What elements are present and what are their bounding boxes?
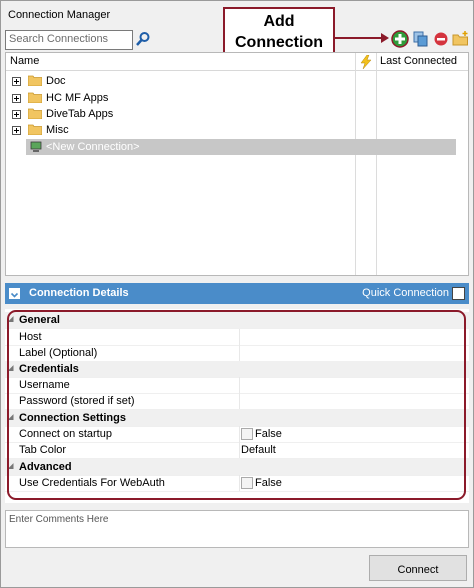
connection-details-header[interactable]: Connection Details Quick Connection (5, 283, 469, 304)
property-row-username[interactable]: Username (5, 377, 469, 394)
property-row-use-credentials-webauth[interactable]: Use Credentials For WebAuth False (5, 475, 469, 492)
property-row-label[interactable]: Label (Optional) (5, 345, 469, 362)
window-title: Connection Manager (8, 9, 111, 21)
column-header-name[interactable]: Name (6, 53, 356, 71)
add-connection-icon[interactable] (391, 30, 409, 48)
connection-tree[interactable]: Name Last Connected Doc HC MF Apps DiveT… (5, 52, 469, 276)
comments-box[interactable] (5, 510, 469, 549)
column-header-last-connected[interactable]: Last Connected (376, 53, 468, 71)
callout-line-1: Add (263, 13, 295, 30)
comments-input[interactable] (6, 511, 468, 549)
category-credentials[interactable]: ◢ Credentials (5, 361, 469, 378)
connection-details-title: Connection Details (29, 287, 129, 299)
connect-button[interactable]: Connect (369, 555, 467, 581)
property-row-password[interactable]: Password (stored if set) (5, 393, 469, 410)
collapse-icon[interactable]: ◢ (8, 312, 13, 328)
tree-item-new-connection[interactable]: <New Connection> (26, 139, 456, 155)
property-row-tab-color[interactable]: Tab Color Default (5, 442, 469, 459)
tab-color-value[interactable]: Default (241, 442, 276, 458)
column-header-status[interactable] (356, 53, 376, 71)
property-row-host[interactable]: Host (5, 329, 469, 346)
folder-icon (28, 92, 42, 103)
use-credentials-webauth-checkbox[interactable] (241, 477, 253, 489)
callout-line-2: Connection (235, 34, 323, 51)
expand-icon[interactable] (12, 110, 21, 119)
lightning-icon (360, 55, 372, 69)
folder-icon (28, 75, 42, 86)
search-icon[interactable] (135, 31, 151, 47)
duplicate-icon[interactable] (413, 31, 429, 47)
connect-on-startup-checkbox[interactable] (241, 428, 253, 440)
property-row-connect-on-startup[interactable]: Connect on startup False (5, 426, 469, 443)
category-general[interactable]: ◢ General (5, 312, 469, 329)
computer-icon (30, 141, 42, 152)
properties-grid[interactable]: ◢ General Host Label (Optional) ◢ Creden… (5, 309, 469, 503)
collapse-icon[interactable]: ◢ (8, 361, 13, 377)
expand-icon[interactable] (12, 94, 21, 103)
remove-icon[interactable] (433, 31, 449, 47)
collapse-icon[interactable]: ◢ (8, 459, 13, 475)
collapse-icon[interactable]: ◢ (8, 410, 13, 426)
category-advanced[interactable]: ◢ Advanced (5, 459, 469, 476)
new-folder-icon[interactable] (452, 31, 468, 47)
expand-icon[interactable] (12, 77, 21, 86)
category-connection-settings[interactable]: ◢ Connection Settings (5, 410, 469, 427)
expand-icon[interactable] (12, 126, 21, 135)
add-connection-callout: Add Connection (223, 7, 335, 57)
search-input[interactable] (6, 31, 132, 47)
quick-connection-checkbox[interactable] (452, 287, 465, 300)
folder-icon (28, 108, 42, 119)
folder-icon (28, 124, 42, 135)
quick-connection-label: Quick Connection (362, 287, 449, 299)
column-divider (355, 53, 356, 275)
search-field[interactable] (5, 30, 133, 50)
collapse-icon[interactable] (9, 288, 20, 299)
callout-arrow (335, 33, 389, 43)
column-divider (376, 53, 377, 275)
